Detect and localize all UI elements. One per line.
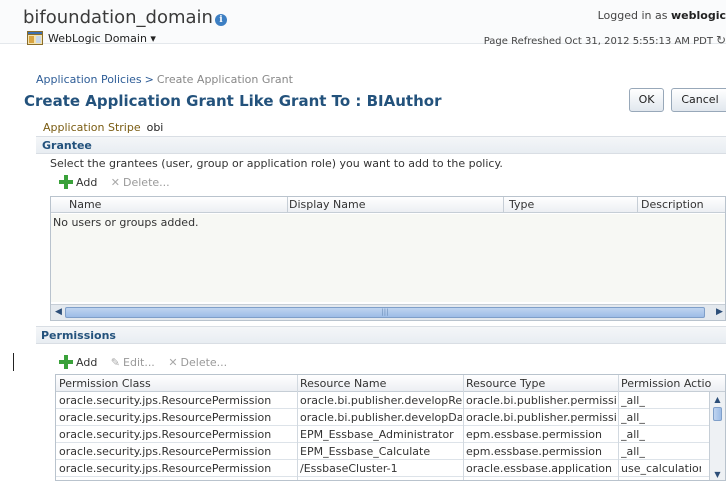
permission-add-label: Add: [76, 356, 98, 369]
perm-col-resource-type[interactable]: Resource Type: [466, 377, 616, 390]
permission-action-cell: _all_: [621, 428, 645, 441]
page-header: bifoundation_domain i WebLogic Domain ▾ L…: [0, 0, 726, 47]
scrollbar-thumb[interactable]: |||: [65, 307, 705, 318]
page-title: Create Application Grant Like Grant To :…: [24, 92, 442, 110]
application-stripe: Application Stripe obi: [43, 121, 163, 134]
breadcrumb-application-policies[interactable]: Application Policies: [36, 73, 142, 86]
permissions-vertical-scrollbar[interactable]: ▲ ▼: [709, 392, 725, 480]
cancel-button[interactable]: Cancel: [671, 88, 726, 112]
weblogic-domain-menu[interactable]: WebLogic Domain ▾: [27, 31, 156, 45]
column-divider: [637, 197, 638, 213]
permission-delete-button[interactable]: ✕ Delete...: [168, 356, 227, 369]
domain-menu-label: WebLogic Domain: [48, 32, 147, 45]
delete-icon: ✕: [168, 356, 178, 369]
logged-in-user[interactable]: weblogic: [671, 9, 726, 22]
permission-action-cell: _all_: [621, 411, 645, 424]
grantee-col-type[interactable]: Type: [509, 198, 534, 211]
page-refreshed-text: Page Refreshed Oct 31, 2012 5:55:13 AM P…: [483, 36, 713, 47]
resource-type-cell: oracle.bi.publisher.permission: [466, 411, 616, 424]
resource-name-cell: EPM_Essbase_Administrator: [300, 428, 454, 441]
table-row[interactable]: oracle.security.jps.ResourcePermission o…: [56, 409, 725, 426]
info-icon[interactable]: i: [214, 14, 227, 26]
text-cursor: [13, 353, 14, 371]
table-row[interactable]: oracle.security.jps.ResourcePermission /…: [56, 460, 725, 477]
permission-add-button[interactable]: Add: [59, 355, 97, 369]
logged-in-label: Logged in as: [597, 9, 668, 22]
column-divider: [297, 375, 298, 480]
breadcrumb-current: Create Application Grant: [156, 73, 293, 86]
domain-title-text: bifoundation_domain: [23, 7, 213, 28]
permission-action-cell: _all_: [621, 445, 645, 458]
grantee-add-button[interactable]: Add: [59, 175, 97, 189]
table-row[interactable]: oracle.security.jps.ResourcePermission E…: [56, 443, 725, 460]
domain-icon: [27, 31, 43, 45]
grantee-col-description[interactable]: Description: [641, 198, 704, 211]
scrollbar-thumb[interactable]: [713, 407, 722, 421]
grantee-table-header: Name Display Name Type Description: [51, 197, 725, 213]
resource-type-cell: epm.essbase.permission: [466, 428, 602, 441]
perm-class-cell: oracle.security.jps.ResourcePermission: [59, 462, 272, 475]
application-stripe-label: Application Stripe: [43, 121, 141, 134]
perm-class-cell: oracle.security.jps.ResourcePermission: [59, 428, 272, 441]
table-row[interactable]: oracle.security.jps.ResourcePermission o…: [56, 392, 725, 409]
permissions-section-title: Permissions: [41, 329, 116, 342]
domain-title: bifoundation_domain i: [23, 7, 227, 28]
perm-class-cell: oracle.security.jps.ResourcePermission: [59, 445, 272, 458]
grantee-col-display-name[interactable]: Display Name: [289, 198, 366, 211]
add-icon: [59, 175, 73, 189]
add-icon: [59, 355, 73, 369]
resource-type-cell: oracle.essbase.application: [466, 462, 612, 475]
column-divider: [463, 375, 464, 480]
logged-in-info: Logged in as weblogic: [598, 9, 726, 22]
pencil-icon: ✎: [110, 356, 121, 369]
refresh-icon[interactable]: ↻: [716, 33, 726, 47]
grantee-delete-label: Delete...: [123, 176, 170, 189]
grantee-table: Name Display Name Type Description No us…: [50, 196, 726, 321]
permission-delete-label: Delete...: [180, 356, 228, 369]
permissions-toolbar: Add ✎ Edit... ✕ Delete...: [59, 355, 237, 373]
scroll-left-icon[interactable]: ◀: [52, 306, 65, 319]
grantee-section-title: Grantee: [42, 139, 92, 152]
permission-action-cell: use_calculation: [621, 462, 701, 475]
column-divider: [618, 375, 619, 480]
resource-type-cell: epm.essbase.permission: [466, 445, 602, 458]
resource-type-cell: oracle.bi.publisher.permission: [466, 394, 616, 407]
permissions-section-bar: [36, 326, 726, 344]
delete-icon: ✕: [110, 176, 121, 189]
grantee-add-label: Add: [76, 176, 98, 189]
perm-col-action[interactable]: Permission Action: [621, 377, 711, 390]
grantee-toolbar: Add ✕ Delete...: [59, 175, 180, 193]
perm-col-class[interactable]: Permission Class: [59, 377, 295, 390]
scroll-down-icon[interactable]: ▼: [712, 469, 723, 480]
scroll-right-icon[interactable]: ▶: [713, 306, 725, 319]
resource-name-cell: /EssbaseCluster-1: [300, 462, 398, 475]
resource-name-cell: oracle.bi.publisher.developDatal: [300, 411, 462, 424]
application-stripe-value: obi: [146, 121, 164, 134]
permission-edit-button[interactable]: ✎ Edit...: [111, 356, 155, 369]
grantee-section-bar: [36, 136, 726, 154]
permission-action-cell: _all_: [621, 394, 645, 407]
chevron-down-icon: ▾: [150, 32, 156, 45]
ok-button[interactable]: OK: [629, 88, 664, 112]
page-refreshed: Page Refreshed Oct 31, 2012 5:55:13 AM P…: [484, 33, 726, 47]
breadcrumb: Application Policies > Create Application …: [36, 73, 293, 86]
grantee-horizontal-scrollbar[interactable]: ◀ ||| ▶: [51, 304, 725, 320]
table-row[interactable]: oracle.security.jps.ResourcePermission E…: [56, 426, 725, 443]
perm-col-resource-name[interactable]: Resource Name: [300, 377, 462, 390]
grantee-description: Select the grantees (user, group or appl…: [50, 157, 503, 170]
grantee-empty-message: No users or groups added.: [53, 216, 199, 229]
column-divider: [503, 197, 504, 213]
permissions-table: Permission Class Resource Name Resource …: [55, 374, 726, 481]
permission-edit-label: Edit...: [123, 356, 155, 369]
breadcrumb-separator: >: [144, 73, 154, 86]
perm-class-cell: oracle.security.jps.ResourcePermission: [59, 394, 272, 407]
column-divider: [287, 197, 288, 213]
permissions-table-header: Permission Class Resource Name Resource …: [56, 375, 725, 392]
resource-name-cell: oracle.bi.publisher.developRepo: [300, 394, 462, 407]
grantee-col-name[interactable]: Name: [69, 198, 101, 211]
scroll-up-icon[interactable]: ▲: [712, 394, 723, 405]
grantee-delete-button[interactable]: ✕ Delete...: [111, 176, 170, 189]
resource-name-cell: EPM_Essbase_Calculate: [300, 445, 431, 458]
perm-class-cell: oracle.security.jps.ResourcePermission: [59, 411, 272, 424]
